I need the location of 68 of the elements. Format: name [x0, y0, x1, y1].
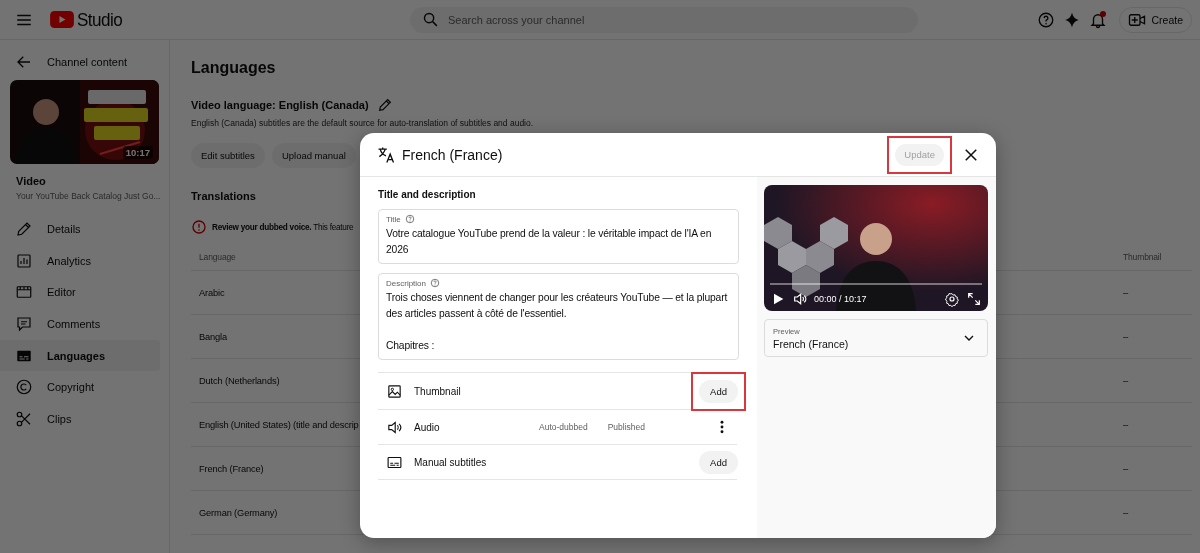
video-label: Video — [16, 175, 47, 187]
audio-status: Published — [607, 422, 646, 432]
field-value: Trois choses viennent de changer pour les créateurs YouTube — et la plupart des articles passent à côté de l'essentiel. Chapitres : — [386, 291, 729, 353]
search-field[interactable]: Search across your channel — [410, 6, 918, 33]
video-title: Your YouTube Back Catalog Just Go... — [16, 191, 162, 201]
create-button[interactable]: Create — [1119, 6, 1192, 33]
action-button[interactable]: Edit subtitles — [191, 143, 265, 168]
playback-time: 00:00 / 10:17 — [814, 294, 867, 304]
video-language: Video language: English (Canada) — [191, 99, 369, 111]
table-cell: German (Germany) — [199, 507, 278, 518]
chart-icon — [15, 251, 33, 270]
logo-text: Studio — [77, 8, 123, 31]
table-cell-text: – — [1123, 375, 1130, 386]
asset-label: Thumbnail — [414, 385, 462, 397]
table-cell: Arabic — [199, 287, 225, 298]
dialog-title: French (France) — [402, 146, 503, 163]
table-cell: French (France) — [199, 463, 264, 474]
table-cell-text: – — [1123, 331, 1130, 342]
field-value: French (France) — [773, 337, 850, 350]
title-field[interactable]: Title Votre catalogue YouTube prend de la valeur : le véritable impact de l'IA en 2026 — [378, 209, 739, 264]
table-cell: Bangla — [199, 331, 228, 342]
section-heading: Translations — [191, 190, 256, 202]
help-icon[interactable] — [430, 278, 440, 288]
language-note: English (Canada) subtitles are the default source for auto-translation of subtitles and audio. — [191, 118, 534, 128]
description-field[interactable]: Description Trois choses viennent de changer pour les créateurs YouTube — et la plupart des articles passent à côté de l'essentiel. Chapitres : — [378, 273, 739, 360]
speaker-icon[interactable] — [792, 291, 808, 307]
field-label: Description — [386, 278, 426, 288]
image-icon — [386, 382, 403, 400]
fullscreen-icon[interactable] — [966, 291, 982, 307]
nav-item[interactable]: Copyright — [0, 371, 160, 404]
search-icon — [422, 11, 439, 28]
column-header: Language — [199, 251, 236, 262]
column-header: Thumbnail — [1123, 251, 1163, 262]
speaker-icon — [386, 418, 403, 436]
more-icon[interactable] — [719, 419, 725, 435]
nav-item[interactable]: Comments — [0, 308, 160, 340]
back-link[interactable]: Channel content — [47, 56, 128, 68]
table-cell: Dutch (Netherlands) — [199, 375, 280, 386]
warning-icon — [191, 219, 207, 235]
table-cell-text: – — [1123, 463, 1130, 474]
play-logo-icon[interactable] — [50, 11, 74, 28]
help-icon[interactable] — [1037, 10, 1056, 29]
settings-icon[interactable] — [944, 291, 960, 307]
audio-source: Auto-dubbed — [539, 422, 588, 432]
add-button[interactable]: Add — [699, 450, 738, 474]
table-cell: English (United States) (title and descrip — [199, 419, 359, 430]
nav-item[interactable]: Clips — [0, 403, 160, 435]
section-heading: Title and description — [378, 189, 477, 200]
table-cell-text: – — [1123, 507, 1130, 518]
field-value: Votre catalogue YouTube prend de la valeur : le véritable impact de l'IA en 2026 — [386, 227, 713, 257]
field-label: Title — [386, 214, 401, 224]
page-title: Languages — [191, 59, 276, 77]
asset-label: Manual subtitles — [414, 456, 488, 468]
alert-text: Review your dubbed voice. This feature — [212, 222, 354, 232]
nav-item[interactable]: Languages — [0, 339, 160, 372]
nav-item[interactable]: Details — [0, 213, 160, 245]
help-icon[interactable] — [404, 214, 415, 224]
nav-item[interactable]: Editor — [0, 276, 160, 309]
comment-icon — [15, 314, 33, 333]
table-cell-text: – — [1123, 419, 1130, 430]
nav-item[interactable]: Analytics — [0, 244, 160, 277]
action-button[interactable]: Upload manual — [271, 143, 356, 168]
copyright-icon — [15, 378, 33, 397]
pencil-icon[interactable] — [376, 97, 393, 113]
scissors-icon — [15, 409, 33, 428]
table-cell-text: – — [1123, 287, 1130, 298]
asset-label: Audio — [414, 421, 441, 433]
add-button[interactable]: Add — [699, 379, 738, 403]
